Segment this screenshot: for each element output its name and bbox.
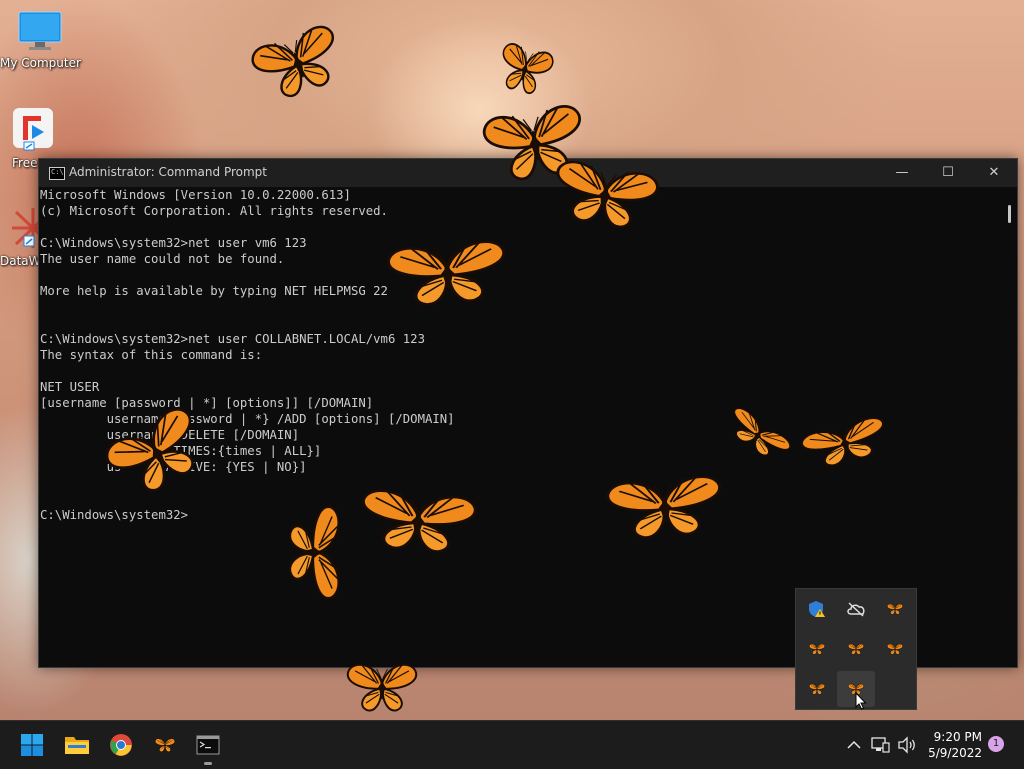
- console-line: The syntax of this command is:: [40, 348, 263, 362]
- butterfly-decoration: [102, 402, 212, 505]
- butterfly-icon[interactable]: [876, 631, 914, 667]
- vertical-scrollbar[interactable]: [1005, 189, 1015, 665]
- console-line: C:\Windows\system32>net user vm6 123: [40, 236, 307, 250]
- butterfly-icon[interactable]: [876, 591, 914, 627]
- monitor-icon: [18, 11, 62, 50]
- clock-time: 9:20 PM: [933, 730, 982, 744]
- network-icon: [871, 737, 890, 753]
- chrome-button[interactable]: [101, 725, 141, 765]
- console-line: (c) Microsoft Corporation. All rights re…: [40, 204, 388, 218]
- notification-badge[interactable]: 1: [988, 736, 1004, 752]
- butterfly-decoration: [358, 487, 478, 557]
- clock-date: 5/9/2022: [928, 746, 982, 760]
- butterfly-app-icon: [154, 738, 176, 753]
- speaker-icon: [898, 736, 915, 754]
- window-title: Administrator: Command Prompt: [69, 165, 267, 179]
- butterfly-decoration: [248, 21, 348, 106]
- console-line: C:\Windows\system32>: [40, 508, 189, 522]
- butterfly-decoration: [385, 238, 510, 310]
- butterfly-decoration: [800, 414, 890, 473]
- chrome-icon: [110, 734, 132, 756]
- close-button[interactable]: ✕: [971, 159, 1017, 187]
- minimize-button[interactable]: —: [879, 159, 925, 187]
- butterfly-icon[interactable]: [798, 631, 836, 667]
- onedrive-offline-icon[interactable]: [837, 591, 875, 627]
- free-app-icon: [13, 108, 53, 151]
- running-indicator: [204, 762, 212, 765]
- cmd-icon: C:\: [49, 167, 65, 180]
- butterfly-decoration: [288, 505, 340, 600]
- desktop-icon-label: My Computer: [0, 56, 81, 70]
- mouse-cursor-icon: [855, 692, 867, 710]
- file-explorer-icon: [65, 737, 89, 754]
- butterfly-icon[interactable]: [837, 631, 875, 667]
- butterfly-decoration: [605, 473, 725, 543]
- console-line: NET USER: [40, 380, 100, 394]
- butterfly-icon[interactable]: [798, 671, 836, 707]
- console-line: The user name could not be found.: [40, 252, 285, 266]
- desktop-icon-my-computer[interactable]: My Computer: [0, 10, 81, 70]
- terminal-button[interactable]: [188, 725, 228, 765]
- terminal-icon: [196, 735, 220, 755]
- file-explorer-button[interactable]: [57, 725, 97, 765]
- maximize-button[interactable]: ☐: [925, 159, 971, 187]
- butterfly-app-button[interactable]: [145, 725, 185, 765]
- butterfly-decoration: [346, 663, 418, 712]
- console-line: C:\Windows\system32>net user COLLABNET.L…: [40, 332, 425, 346]
- taskbar-clock[interactable]: 9:20 PM 5/9/2022: [928, 729, 982, 761]
- start-button[interactable]: [12, 725, 52, 765]
- console-line: More help is available by typing NET HEL…: [40, 284, 388, 298]
- chevron-up-icon: [847, 740, 861, 749]
- butterfly-decoration: [721, 404, 794, 467]
- defender-warning-icon[interactable]: [798, 591, 836, 627]
- butterfly-decoration: [550, 158, 660, 234]
- taskbar: 9:20 PM 5/9/2022: [0, 720, 1024, 769]
- start-icon: [21, 734, 43, 756]
- scrollbar-thumb[interactable]: [1008, 205, 1011, 223]
- volume-button[interactable]: [892, 725, 922, 765]
